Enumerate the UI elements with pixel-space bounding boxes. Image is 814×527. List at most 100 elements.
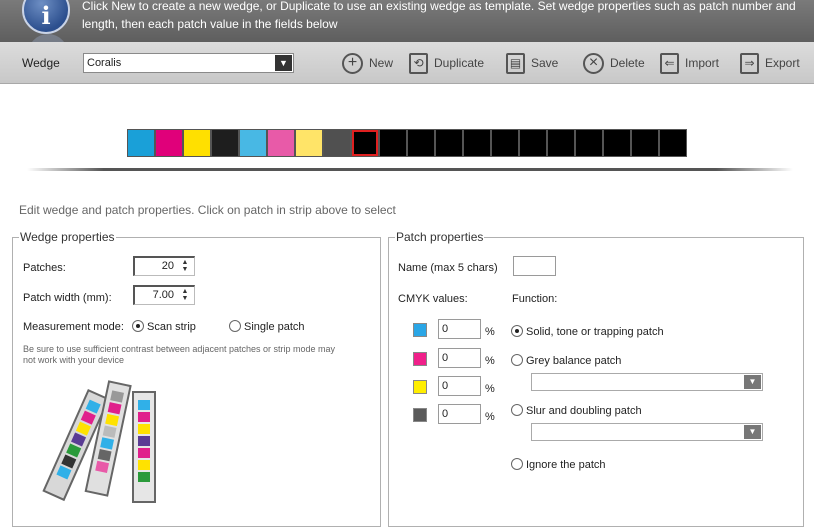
import-button[interactable]: ⇐ Import xyxy=(660,51,719,75)
duplicate-button[interactable]: ⟲ Duplicate xyxy=(409,51,484,75)
import-icon: ⇐ xyxy=(660,52,679,74)
strip-patch[interactable] xyxy=(211,129,239,157)
strip-patch[interactable] xyxy=(603,129,631,157)
wedge-label: Wedge xyxy=(22,56,60,70)
strip-patch[interactable] xyxy=(267,129,295,157)
strip-patch[interactable] xyxy=(295,129,323,157)
strip-patch[interactable] xyxy=(127,129,155,157)
scan-strip-radio[interactable]: Scan strip xyxy=(132,320,196,333)
info-icon: i xyxy=(22,0,70,34)
patch-width-stepper[interactable]: 7.00 ▲ ▼ xyxy=(133,285,195,305)
strip-patch[interactable] xyxy=(631,129,659,157)
export-button[interactable]: ⇒ Export xyxy=(740,51,800,75)
cmyk-value-input[interactable]: 0 xyxy=(438,348,481,368)
patch-width-value: 7.00 xyxy=(152,289,174,301)
cmyk-value-input[interactable]: 0 xyxy=(438,376,481,396)
info-header: i Click New to create a new wedge, or Du… xyxy=(0,0,814,42)
spinner-arrows-icon[interactable]: ▲ ▼ xyxy=(177,259,193,274)
edit-hint: Edit wedge and patch properties. Click o… xyxy=(19,203,396,217)
percent-unit: % xyxy=(485,383,495,395)
spinner-arrows-icon[interactable]: ▲ ▼ xyxy=(177,288,193,303)
strip-patch[interactable] xyxy=(659,129,687,157)
grey-balance-select[interactable]: ▼ xyxy=(531,373,763,391)
export-button-label: Export xyxy=(765,56,800,70)
patch-name-input[interactable] xyxy=(513,256,556,276)
save-button[interactable]: ▤ Save xyxy=(506,51,558,75)
single-patch-radio[interactable]: Single patch xyxy=(229,320,305,333)
ignore-patch-radio[interactable]: Ignore the patch xyxy=(511,458,606,471)
strip-patch[interactable] xyxy=(575,129,603,157)
duplicate-icon: ⟲ xyxy=(409,52,428,74)
radio-selected-icon[interactable] xyxy=(511,325,523,337)
ink-swatch xyxy=(413,323,427,337)
new-button[interactable]: + New xyxy=(342,51,393,75)
grey-balance-radio[interactable]: Grey balance patch xyxy=(511,354,621,367)
name-label: Name (max 5 chars) xyxy=(398,262,498,274)
scan-strip-label: Scan strip xyxy=(147,321,196,333)
strip-patch[interactable] xyxy=(323,129,351,157)
patch-properties-legend: Patch properties xyxy=(395,230,485,244)
duplicate-button-label: Duplicate xyxy=(434,56,485,70)
strip-patch[interactable] xyxy=(519,129,547,157)
radio-icon[interactable] xyxy=(229,320,241,332)
patch-properties-panel: Patch properties Name (max 5 chars) CMYK… xyxy=(388,230,804,527)
delete-button[interactable]: × Delete xyxy=(583,51,645,75)
export-icon: ⇒ xyxy=(740,52,759,74)
radio-icon[interactable] xyxy=(511,354,523,366)
ink-swatch xyxy=(413,380,427,394)
close-icon: × xyxy=(583,52,604,74)
percent-unit: % xyxy=(485,355,495,367)
contrast-note: Be sure to use sufficient contrast betwe… xyxy=(23,344,336,365)
percent-unit: % xyxy=(485,411,495,423)
measurement-mode-label: Measurement mode: xyxy=(23,321,124,333)
radio-selected-icon[interactable] xyxy=(132,320,144,332)
chevron-down-icon[interactable]: ▼ xyxy=(744,425,761,439)
toolbar: Wedge Coralis ▼ + New ⟲ Duplicate ▤ Save… xyxy=(0,42,814,84)
wedge-select-value: Coralis xyxy=(87,57,122,69)
patch-strip xyxy=(127,129,687,157)
function-label: Function: xyxy=(512,293,558,305)
solid-patch-label: Solid, tone or trapping patch xyxy=(526,326,664,338)
patches-label: Patches: xyxy=(23,262,66,274)
radio-icon[interactable] xyxy=(511,458,523,470)
strip-patch[interactable] xyxy=(463,129,491,157)
wedge-select[interactable]: Coralis ▼ xyxy=(83,53,294,73)
strip-patch[interactable] xyxy=(491,129,519,157)
radio-icon[interactable] xyxy=(511,404,523,416)
save-button-label: Save xyxy=(531,56,559,70)
strip-patch[interactable] xyxy=(183,129,211,157)
strip-divider xyxy=(27,168,793,171)
slur-doubling-radio[interactable]: Slur and doubling patch xyxy=(511,404,642,417)
ignore-patch-label: Ignore the patch xyxy=(526,459,606,471)
patches-stepper[interactable]: 20 ▲ ▼ xyxy=(133,256,195,276)
grey-balance-label: Grey balance patch xyxy=(526,355,622,367)
import-button-label: Import xyxy=(685,56,720,70)
save-icon: ▤ xyxy=(506,52,525,74)
ink-swatch xyxy=(413,352,427,366)
solid-patch-radio[interactable]: Solid, tone or trapping patch xyxy=(511,325,664,338)
ink-swatch xyxy=(413,408,427,422)
strip-patch[interactable] xyxy=(407,129,435,157)
strips-illustration xyxy=(42,380,156,503)
wedge-properties-legend: Wedge properties xyxy=(19,230,116,244)
chevron-down-icon[interactable]: ▼ xyxy=(275,55,292,71)
percent-unit: % xyxy=(485,326,495,338)
chevron-down-icon[interactable]: ▼ xyxy=(744,375,761,389)
strip-patch[interactable] xyxy=(351,129,379,157)
strip-patch[interactable] xyxy=(547,129,575,157)
delete-button-label: Delete xyxy=(610,56,645,70)
strip-patch[interactable] xyxy=(239,129,267,157)
info-icon-shadow xyxy=(28,34,68,42)
cmyk-label: CMYK values: xyxy=(398,293,468,305)
patch-width-label: Patch width (mm): xyxy=(23,292,112,304)
cmyk-value-input[interactable]: 0 xyxy=(438,319,481,339)
slur-doubling-select[interactable]: ▼ xyxy=(531,423,763,441)
cmyk-value-input[interactable]: 0 xyxy=(438,404,481,424)
strip-patch[interactable] xyxy=(435,129,463,157)
header-instructions: Click New to create a new wedge, or Dupl… xyxy=(82,0,796,31)
strip-patch[interactable] xyxy=(155,129,183,157)
strip-patch[interactable] xyxy=(379,129,407,157)
plus-icon: + xyxy=(342,52,363,74)
single-patch-label: Single patch xyxy=(244,321,305,333)
slur-doubling-label: Slur and doubling patch xyxy=(526,405,642,417)
